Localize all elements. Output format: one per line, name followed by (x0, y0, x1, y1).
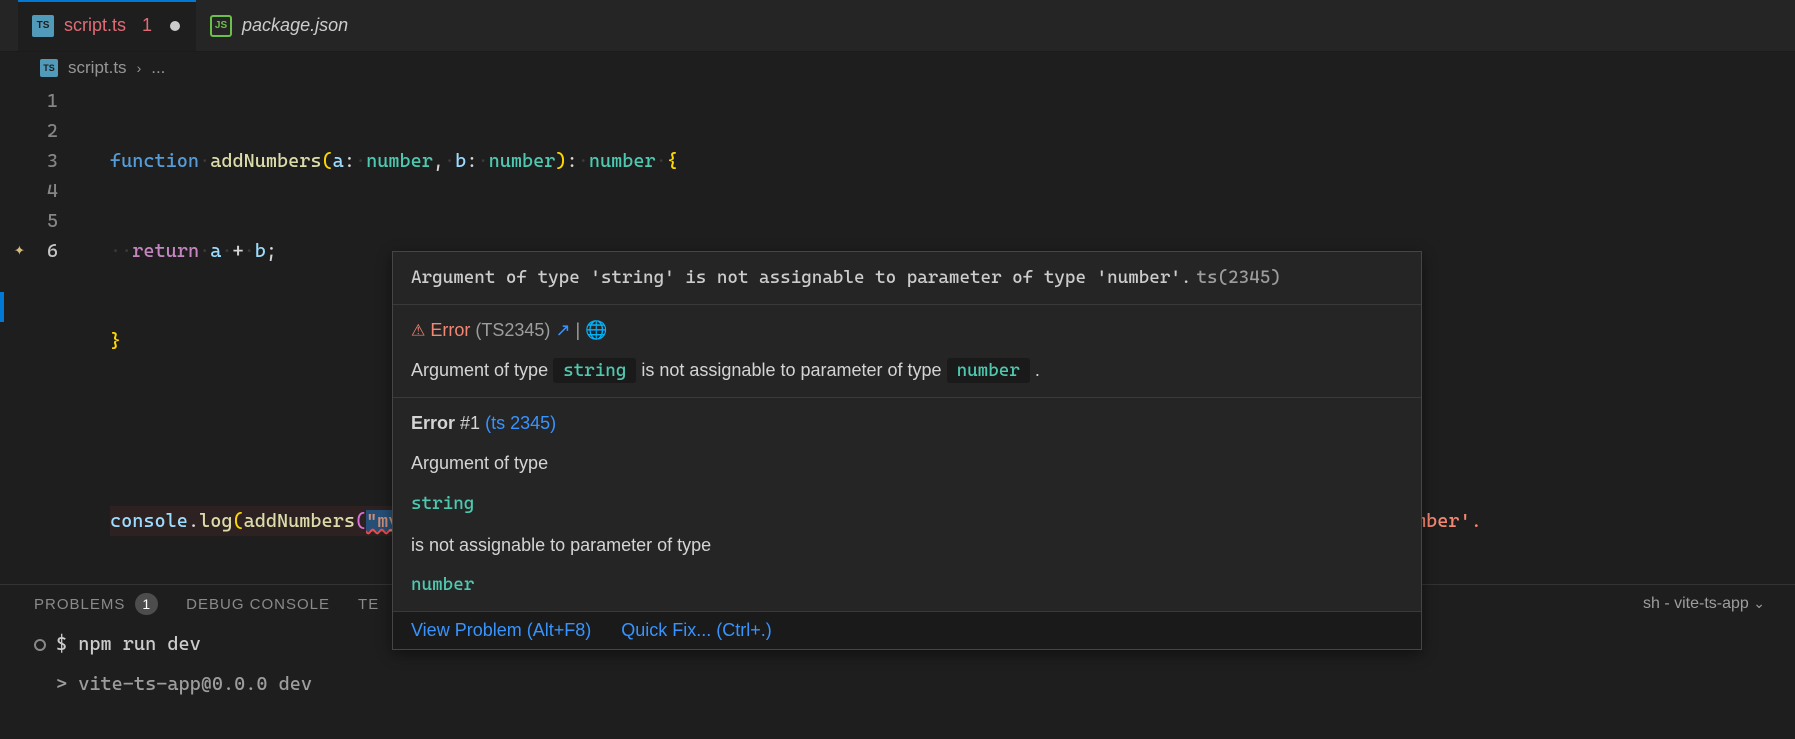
typescript-icon: TS (40, 59, 58, 77)
quick-fix-button[interactable]: Quick Fix... (Ctrl+.) (621, 620, 772, 641)
type-chip: string (553, 358, 636, 383)
breadcrumb-filename: script.ts (68, 58, 127, 78)
hover-text: is not assignable to parameter of type (641, 360, 946, 380)
terminal-title[interactable]: sh - vite-ts-app ⌄ (1643, 595, 1765, 613)
terminal-line: > vite-ts-app@0.0.0 dev (34, 655, 1761, 695)
tab-filename: package.json (242, 15, 348, 36)
prompt-icon (34, 639, 46, 651)
editor-tabs: TS script.ts 1 JS package.json (0, 0, 1795, 52)
left-accent-bar (0, 292, 4, 322)
type-chip: number (947, 358, 1030, 383)
sparkle-icon[interactable]: ✦ (14, 235, 25, 265)
chevron-down-icon: ⌄ (1753, 595, 1765, 611)
tab-script[interactable]: TS script.ts 1 (18, 0, 196, 51)
error-label: Error (430, 320, 470, 340)
hover-header: Argument of type 'string' is not assigna… (393, 252, 1421, 305)
external-link-icon[interactable]: ↗ (555, 320, 570, 340)
view-problem-button[interactable]: View Problem (Alt+F8) (411, 620, 591, 641)
panel-tab-debug-console[interactable]: DEBUG CONSOLE (186, 596, 330, 613)
type-name: number (411, 560, 1403, 601)
panel-tab-terminal[interactable]: TE (358, 596, 379, 613)
hover-ts-code: ts(2345) (1196, 267, 1280, 288)
hover-main-message: Argument of type 'string' is not assigna… (411, 267, 1191, 288)
breadcrumb[interactable]: TS script.ts › ... (0, 52, 1795, 84)
line-number: 4 (0, 176, 58, 206)
error-label: Error (411, 413, 455, 433)
tab-package-json[interactable]: JS package.json (196, 0, 364, 51)
typescript-icon: TS (32, 15, 54, 37)
hover-text: is not assignable to parameter of type (411, 520, 1403, 561)
hover-actions: View Problem (Alt+F8) Quick Fix... (Ctrl… (393, 612, 1421, 649)
chevron-right-icon: › (137, 60, 142, 76)
dirty-indicator-icon (170, 21, 180, 31)
error-code-link[interactable]: (ts 2345) (485, 413, 556, 433)
line-number: 5 (0, 206, 58, 236)
hover-text: Argument of type (411, 438, 1403, 479)
hover-body-1: ⚠ Error (TS2345) ↗ | 🌐 Argument of type … (393, 305, 1421, 398)
problems-badge: 1 (135, 593, 158, 615)
panel-tab-problems[interactable]: PROBLEMS 1 (34, 593, 158, 615)
warning-icon: ⚠ (411, 322, 425, 339)
error-code: (TS2345) (475, 320, 550, 340)
json-icon: JS (210, 15, 232, 37)
hover-text: Argument of type (411, 360, 553, 380)
globe-icon[interactable]: 🌐 (585, 320, 607, 340)
error-index: #1 (460, 413, 485, 433)
breadcrumb-ellipsis: ... (151, 58, 165, 78)
code-line[interactable]: function·addNumbers(a:·number,·b:·number… (110, 146, 678, 176)
line-number: 3 (0, 146, 58, 176)
tab-filename: script.ts (64, 15, 126, 36)
line-number: 6 (0, 236, 58, 266)
hover-text: . (1035, 360, 1040, 380)
line-number: 2 (0, 116, 58, 146)
hover-body-2: Error #1 (ts 2345) Argument of type stri… (393, 398, 1421, 612)
line-number: 1 (0, 86, 58, 116)
error-hover-widget: Argument of type 'string' is not assigna… (392, 251, 1422, 650)
type-name: string (411, 479, 1403, 520)
tab-problem-count: 1 (136, 15, 152, 36)
